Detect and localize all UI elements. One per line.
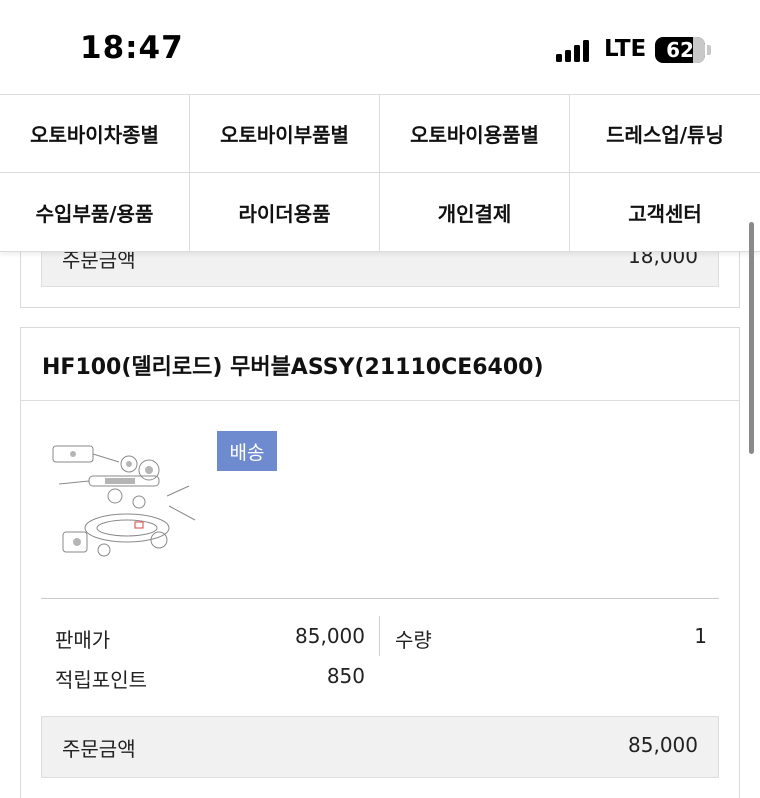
menu-item-dressup-tuning[interactable]: 드레스업/튜닝 (570, 95, 760, 173)
network-type: LTE (604, 36, 647, 62)
status-bar: 18:47 LTE 62 (0, 0, 760, 94)
menu-item-motorcycle-parts[interactable]: 오토바이부품별 (190, 95, 380, 173)
menu-item-motorcycle-by-model[interactable]: 오토바이차종별 (0, 95, 190, 173)
page-scrollbar[interactable] (749, 222, 754, 454)
points-value: 850 (326, 664, 365, 688)
product-title[interactable]: HF100(델리로드) 무버블ASSY(21110CE6400) (42, 349, 544, 381)
signal-icon (556, 40, 594, 62)
quantity-label: 수량 (395, 628, 432, 652)
battery-icon: 62 (655, 37, 705, 63)
menu-item-imported-parts[interactable]: 수입부품/용품 (0, 173, 190, 251)
product-thumbnail[interactable] (49, 436, 199, 566)
order-total-row: 주문금액 85,000 (41, 716, 719, 778)
order-total-value: 85,000 (628, 733, 698, 757)
order-item-card: HF100(델리로드) 무버블ASSY(21110CE6400) 배송 판매가 … (20, 327, 740, 798)
details-column-divider (379, 616, 380, 656)
price-value: 85,000 (295, 624, 365, 648)
points-label: 적립포인트 (55, 668, 147, 692)
parts-diagram-icon (52, 445, 196, 557)
details-divider (41, 598, 719, 599)
quantity-value: 1 (694, 624, 707, 648)
order-total-label: 주문금액 (62, 737, 136, 761)
menu-item-motorcycle-accessories[interactable]: 오토바이용품별 (380, 95, 570, 173)
menu-item-rider-gear[interactable]: 라이더용품 (190, 173, 380, 251)
price-label: 판매가 (55, 628, 111, 652)
category-menu: 오토바이차종별 오토바이부품별 오토바이용품별 드레스업/튜닝 수입부품/용품 … (0, 94, 760, 252)
battery-level: 62 (666, 38, 694, 62)
menu-item-personal-payment[interactable]: 개인결제 (380, 173, 570, 251)
delivery-tag: 배송 (217, 431, 277, 471)
title-divider (21, 400, 739, 401)
menu-item-customer-center[interactable]: 고객센터 (570, 173, 760, 251)
status-time: 18:47 (80, 30, 184, 66)
battery-nub (707, 45, 711, 55)
